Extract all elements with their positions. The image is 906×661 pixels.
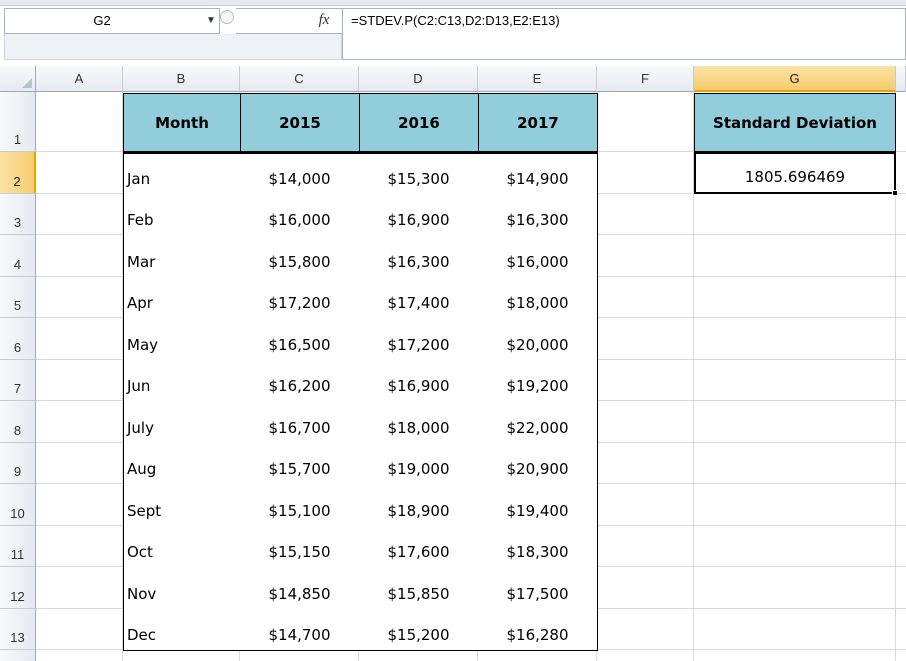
row-header-8[interactable]: 8 — [0, 401, 36, 443]
insert-function-icon[interactable]: fx — [308, 8, 340, 34]
table-bottom-border — [123, 650, 598, 651]
amount-cell[interactable]: $20,000 — [478, 318, 598, 360]
fill-handle[interactable] — [892, 189, 898, 196]
amount-cell[interactable]: $15,100 — [240, 484, 360, 526]
month-cell[interactable]: Jan — [123, 152, 241, 194]
month-cell[interactable]: Dec — [123, 608, 241, 650]
table-header-cell[interactable]: Month — [123, 93, 241, 152]
column-header-c[interactable]: C — [240, 66, 359, 92]
amount-cell[interactable]: $20,900 — [478, 442, 598, 484]
amount-cell[interactable]: $17,200 — [240, 276, 360, 318]
row-header-13[interactable]: 13 — [0, 608, 36, 650]
row-header-6[interactable]: 6 — [0, 318, 36, 360]
column-header-d[interactable]: D — [359, 66, 478, 92]
month-cell[interactable]: July — [123, 401, 241, 443]
amount-cell[interactable]: $16,000 — [240, 193, 360, 235]
formula-bar-area: G2 ▼ fx =STDEV.P(C2:C13,D2:D13,E2:E13) — [0, 0, 906, 66]
amount-cell[interactable]: $17,200 — [359, 318, 479, 360]
name-box[interactable]: G2 — [4, 8, 220, 34]
row-header-4[interactable]: 4 — [0, 235, 36, 277]
row-header-11[interactable]: 11 — [0, 525, 36, 567]
table-header-border — [123, 152, 598, 154]
amount-cell[interactable]: $14,900 — [478, 152, 598, 194]
row-header-7[interactable]: 7 — [0, 359, 36, 401]
select-all-button[interactable] — [0, 66, 36, 92]
month-cell[interactable]: Sept — [123, 484, 241, 526]
amount-cell[interactable]: $18,000 — [359, 401, 479, 443]
row-header-partial — [0, 650, 36, 661]
formula-bar-resize-handle[interactable] — [220, 10, 234, 24]
amount-cell[interactable]: $14,700 — [240, 608, 360, 650]
month-cell[interactable]: Nov — [123, 567, 241, 609]
column-header-g[interactable]: G — [694, 66, 896, 92]
amount-cell[interactable]: $19,000 — [359, 442, 479, 484]
formula-input[interactable]: =STDEV.P(C2:C13,D2:D13,E2:E13) — [342, 8, 906, 60]
amount-cell[interactable]: $18,300 — [478, 525, 598, 567]
standard-deviation-value[interactable]: 1805.696469 — [694, 152, 896, 194]
month-cell[interactable]: Feb — [123, 193, 241, 235]
column-header-f[interactable]: F — [597, 66, 694, 92]
table-header-cell[interactable]: 2017 — [478, 93, 598, 152]
amount-cell[interactable]: $16,300 — [359, 235, 479, 277]
column-header-filler — [896, 66, 906, 92]
worksheet-grid[interactable]: A B C D E F G 1 2 3 4 5 6 7 8 9 10 11 12 13 Month 2015 2016 201… — [0, 66, 906, 661]
amount-cell[interactable]: $19,400 — [478, 484, 598, 526]
row-header-2[interactable]: 2 — [0, 152, 36, 194]
amount-cell[interactable]: $16,500 — [240, 318, 360, 360]
row-header-10[interactable]: 10 — [0, 484, 36, 526]
ribbon-edge — [0, 0, 906, 6]
table-header-cell[interactable]: 2016 — [359, 93, 479, 152]
amount-cell[interactable]: $16,200 — [240, 359, 360, 401]
formula-bar-spacer — [4, 34, 342, 60]
column-header-e[interactable]: E — [478, 66, 597, 92]
amount-cell[interactable]: $16,900 — [359, 193, 479, 235]
amount-cell[interactable]: $16,700 — [240, 401, 360, 443]
amount-cell[interactable]: $16,000 — [478, 235, 598, 277]
row-header-3[interactable]: 3 — [0, 193, 36, 235]
column-header-a[interactable]: A — [36, 66, 123, 92]
column-header-b[interactable]: B — [123, 66, 240, 92]
month-cell[interactable]: May — [123, 318, 241, 360]
amount-cell[interactable]: $14,000 — [240, 152, 360, 194]
amount-cell[interactable]: $17,400 — [359, 276, 479, 318]
amount-cell[interactable]: $15,300 — [359, 152, 479, 194]
amount-cell[interactable]: $16,280 — [478, 608, 598, 650]
table-header-cell[interactable]: 2015 — [240, 93, 360, 152]
amount-cell[interactable]: $15,700 — [240, 442, 360, 484]
amount-cell[interactable]: $14,850 — [240, 567, 360, 609]
row-header-5[interactable]: 5 — [0, 276, 36, 318]
row-header-12[interactable]: 12 — [0, 567, 36, 609]
row-header-1[interactable]: 1 — [0, 92, 36, 152]
month-cell[interactable]: Apr — [123, 276, 241, 318]
amount-cell[interactable]: $15,800 — [240, 235, 360, 277]
amount-cell[interactable]: $22,000 — [478, 401, 598, 443]
amount-cell[interactable]: $15,200 — [359, 608, 479, 650]
amount-cell[interactable]: $15,850 — [359, 567, 479, 609]
month-cell[interactable]: Aug — [123, 442, 241, 484]
chevron-down-icon[interactable]: ▼ — [203, 8, 219, 34]
month-cell[interactable]: Oct — [123, 525, 241, 567]
amount-cell[interactable]: $19,200 — [478, 359, 598, 401]
month-cell[interactable]: Jun — [123, 359, 241, 401]
row-header-9[interactable]: 9 — [0, 442, 36, 484]
amount-cell[interactable]: $15,150 — [240, 525, 360, 567]
standard-deviation-header[interactable]: Standard Deviation — [694, 93, 896, 152]
amount-cell[interactable]: $16,300 — [478, 193, 598, 235]
month-cell[interactable]: Mar — [123, 235, 241, 277]
amount-cell[interactable]: $17,500 — [478, 567, 598, 609]
amount-cell[interactable]: $18,000 — [478, 276, 598, 318]
amount-cell[interactable]: $16,900 — [359, 359, 479, 401]
amount-cell[interactable]: $18,900 — [359, 484, 479, 526]
amount-cell[interactable]: $17,600 — [359, 525, 479, 567]
